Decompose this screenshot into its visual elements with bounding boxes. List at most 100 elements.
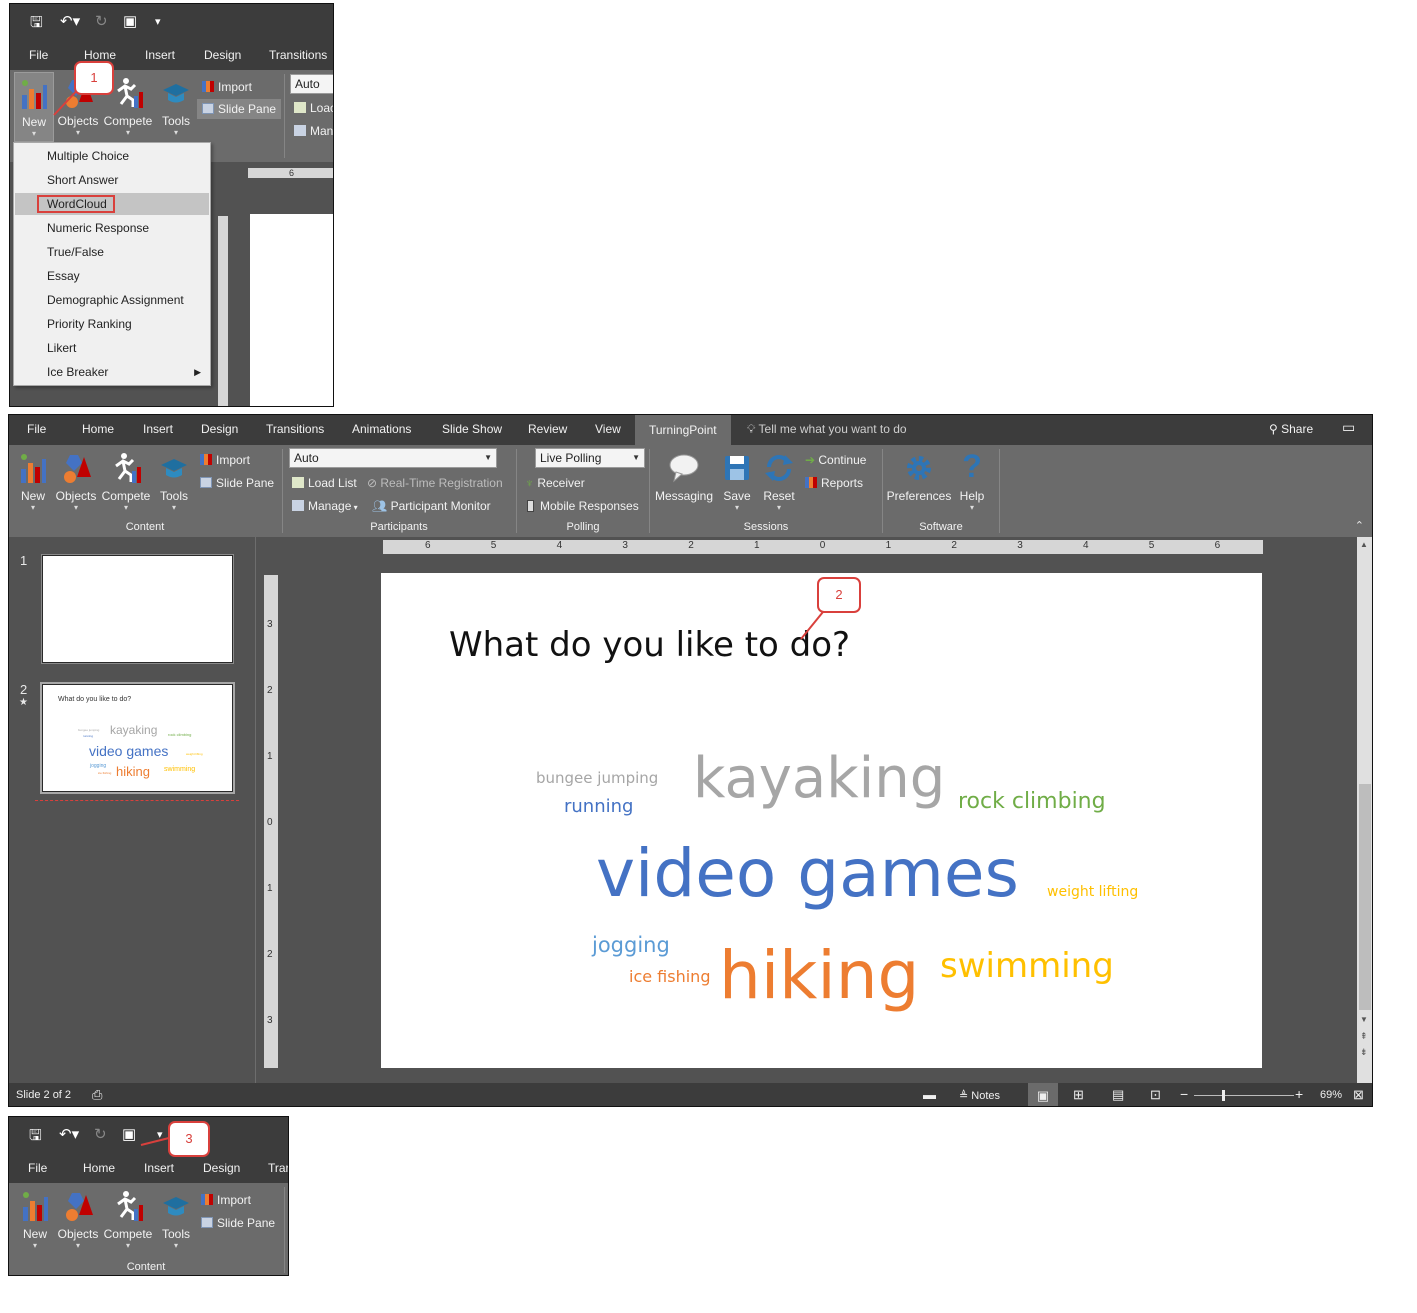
live-polling-combo[interactable]: Live Polling ▼ xyxy=(535,448,645,468)
tab-insert[interactable]: Insert xyxy=(144,1161,174,1175)
slide-pane-button[interactable]: Slide Pane xyxy=(201,1216,275,1230)
reports-button[interactable]: Reports xyxy=(805,476,863,490)
menu-item-essay[interactable]: Essay xyxy=(15,265,209,287)
slide-thumbnail-1[interactable] xyxy=(41,554,234,664)
tab-home[interactable]: Home xyxy=(82,422,114,436)
save-icon[interactable]: 🖫 xyxy=(29,1125,42,1150)
tab-design[interactable]: Design xyxy=(203,1161,240,1175)
slide-title[interactable]: What do you like to do? xyxy=(449,625,850,665)
load-list-button[interactable]: Load List xyxy=(292,476,357,490)
messaging-button[interactable]: Messaging xyxy=(653,447,715,503)
import-button[interactable]: Import xyxy=(202,80,252,94)
customize-qat-icon[interactable]: ▾ xyxy=(155,15,161,28)
comments-icon[interactable]: ▬ xyxy=(923,1087,936,1102)
menu-item-demographic-assignment[interactable]: Demographic Assignment xyxy=(15,289,209,311)
menu-item-short-answer[interactable]: Short Answer xyxy=(15,169,209,191)
slide-show-icon[interactable]: ⊡ xyxy=(1150,1087,1161,1103)
new-button[interactable]: New ▾ xyxy=(13,447,53,512)
zoom-slider[interactable] xyxy=(1194,1090,1294,1101)
tools-button[interactable]: Tools ▾ xyxy=(158,72,194,137)
undo-icon[interactable]: ↶▾ xyxy=(60,12,80,30)
redo-icon[interactable]: ↻ xyxy=(94,1125,107,1143)
menu-item-true-false[interactable]: True/False xyxy=(15,241,209,263)
objects-button[interactable]: Objects ▾ xyxy=(54,447,98,512)
tab-design[interactable]: Design xyxy=(204,48,241,62)
tab-view[interactable]: View xyxy=(595,422,621,436)
slide-sorter-icon[interactable]: ⊞ xyxy=(1073,1087,1084,1103)
participant-monitor-button[interactable]: 👥︎ Participant Monitor xyxy=(372,499,491,513)
mobile-responses-button[interactable]: Mobile Responses xyxy=(525,499,639,513)
notes-button[interactable]: ≜ Notes xyxy=(959,1089,1000,1102)
continue-button[interactable]: ➔ Continue xyxy=(805,453,866,467)
redo-icon[interactable]: ↻ xyxy=(95,12,108,30)
import-button[interactable]: Import xyxy=(201,1193,251,1207)
tab-insert[interactable]: Insert xyxy=(143,422,173,436)
menu-item-numeric-response[interactable]: Numeric Response xyxy=(15,217,209,239)
reading-view-icon[interactable]: ▤ xyxy=(1112,1087,1124,1103)
manage-button[interactable]: Man xyxy=(294,124,333,138)
tab-insert[interactable]: Insert xyxy=(145,48,175,62)
new-button[interactable]: New ▾ xyxy=(15,1185,55,1250)
compete-button[interactable]: Compete ▾ xyxy=(102,1185,154,1250)
zoom-level[interactable]: 69% xyxy=(1320,1089,1342,1101)
tools-button[interactable]: Tools ▾ xyxy=(156,447,192,512)
menu-item-multiple-choice[interactable]: Multiple Choice xyxy=(15,145,209,167)
fit-to-window-icon[interactable]: ⊠ xyxy=(1353,1087,1364,1103)
zoom-out-icon[interactable]: − xyxy=(1180,1086,1188,1102)
start-from-beginning-icon[interactable]: ▣ xyxy=(122,1125,136,1143)
slide-pane-button[interactable]: Slide Pane xyxy=(200,476,274,490)
share-button[interactable]: ⚲ Share xyxy=(1269,422,1313,436)
menu-item-ice-breaker[interactable]: Ice Breaker ▶ xyxy=(15,361,209,383)
tab-design[interactable]: Design xyxy=(201,422,238,436)
tab-file[interactable]: File xyxy=(29,48,48,62)
realtime-registration-button[interactable]: ⊘ Real-Time Registration xyxy=(367,476,503,490)
device-combo[interactable]: Auto ▼ xyxy=(289,448,497,468)
scroll-up-icon[interactable]: ▲ xyxy=(1360,540,1368,549)
tab-file[interactable]: File xyxy=(28,1161,47,1175)
help-button[interactable]: ? Help ▾ xyxy=(955,447,989,512)
menu-item-likert[interactable]: Likert xyxy=(15,337,209,359)
save-icon[interactable]: 🖫 xyxy=(30,12,43,37)
tools-button[interactable]: Tools ▾ xyxy=(158,1185,194,1250)
tab-transitions[interactable]: Trar xyxy=(268,1161,288,1175)
zoom-slider-thumb[interactable] xyxy=(1222,1090,1225,1101)
zoom-in-icon[interactable]: + xyxy=(1295,1086,1303,1102)
tell-me-box[interactable]: 💡︎ Tell me what you want to do xyxy=(747,422,907,437)
tab-turningpoint[interactable]: TurningPoint xyxy=(635,415,731,445)
tab-animations[interactable]: Animations xyxy=(352,422,411,436)
next-slide-icon[interactable]: ⇟ xyxy=(1360,1047,1368,1058)
new-button[interactable]: New ▾ xyxy=(14,72,54,142)
import-button[interactable]: Import xyxy=(200,453,250,467)
manage-button[interactable]: Manage ▾ xyxy=(292,499,358,513)
scroll-thumb[interactable] xyxy=(1359,784,1371,1010)
reset-button[interactable]: Reset ▾ xyxy=(759,447,799,512)
collapse-ribbon-icon[interactable]: ⌃ xyxy=(1355,519,1364,532)
undo-icon[interactable]: ↶▾ xyxy=(59,1125,79,1143)
slide-thumbnail-2[interactable]: What do you like to do? bungee jumping k… xyxy=(40,682,235,794)
ruler-tick-label: 2 xyxy=(688,540,694,551)
tab-review[interactable]: Review xyxy=(528,422,567,436)
vertical-scrollbar[interactable]: ▲ ▼ ⇞ ⇟ xyxy=(1357,537,1372,1083)
receiver-button[interactable]: ♆ Receiver xyxy=(525,476,585,490)
device-combo[interactable]: Auto xyxy=(290,74,333,94)
load-list-button[interactable]: Loac xyxy=(294,101,333,115)
compete-button[interactable]: Compete ▾ xyxy=(100,447,152,512)
tab-transitions[interactable]: Transitions xyxy=(269,48,327,62)
tab-home[interactable]: Home xyxy=(83,1161,115,1175)
previous-slide-icon[interactable]: ⇞ xyxy=(1360,1031,1368,1042)
tab-file[interactable]: File xyxy=(27,422,46,436)
tab-home[interactable]: Home xyxy=(84,48,116,62)
spellcheck-icon[interactable]: ⎙ xyxy=(92,1087,102,1103)
menu-item-wordcloud[interactable]: WordCloud xyxy=(15,193,209,215)
menu-item-priority-ranking[interactable]: Priority Ranking xyxy=(15,313,209,335)
tab-slide-show[interactable]: Slide Show xyxy=(442,422,502,436)
preferences-button[interactable]: Preferences xyxy=(886,447,952,503)
normal-view-icon[interactable]: ▣ xyxy=(1028,1083,1058,1106)
objects-button[interactable]: Objects ▾ xyxy=(56,1185,100,1250)
comments-icon[interactable]: ▭ xyxy=(1342,419,1355,436)
start-from-beginning-icon[interactable]: ▣ xyxy=(123,12,137,30)
tab-transitions[interactable]: Transitions xyxy=(266,422,324,436)
slide-pane-button[interactable]: Slide Pane xyxy=(197,99,282,119)
save-button[interactable]: Save ▾ xyxy=(719,447,755,512)
scroll-down-icon[interactable]: ▼ xyxy=(1360,1015,1368,1024)
